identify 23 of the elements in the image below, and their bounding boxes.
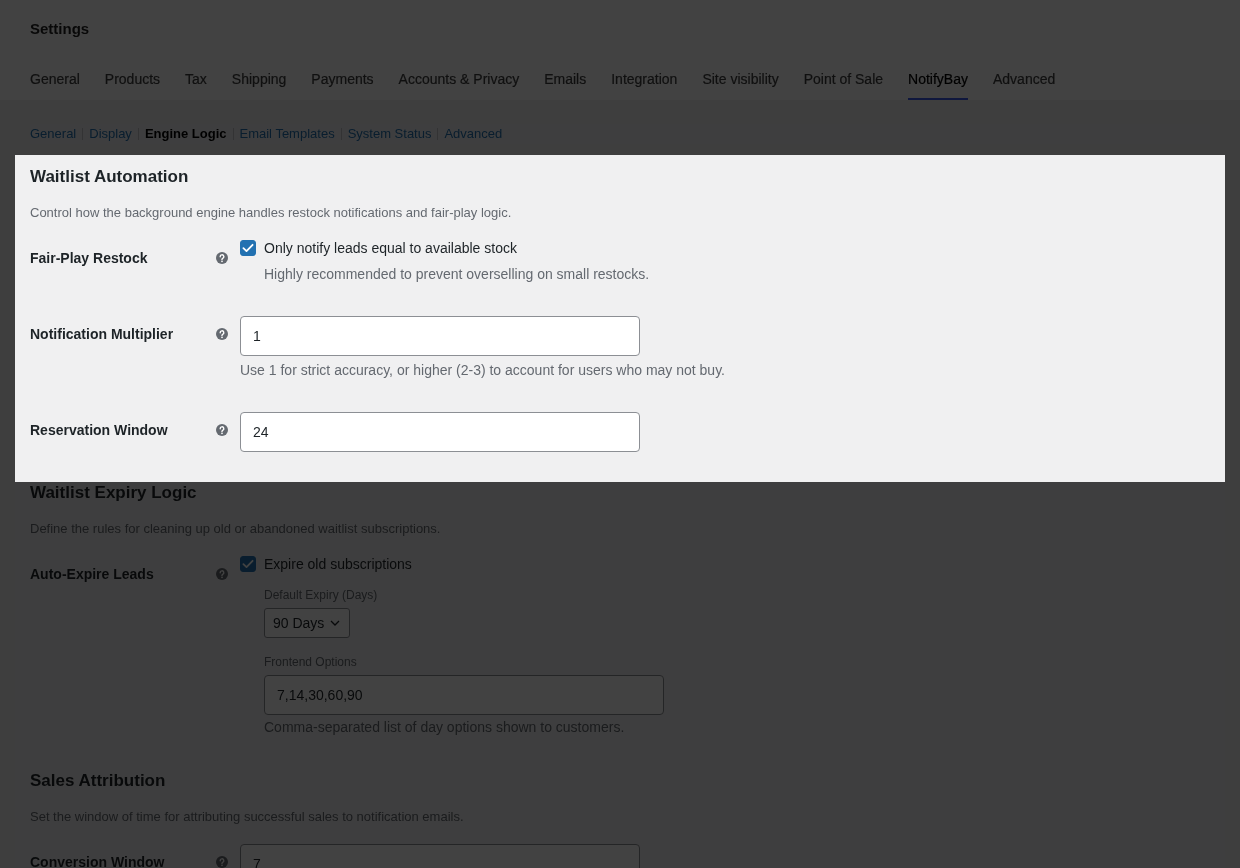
field-description: Highly recommended to prevent overselling on small restocks. [264, 265, 650, 284]
section-description: Control how the background engine handles restock notifications and fair-play logic. [30, 204, 513, 222]
checkbox[interactable] [240, 556, 256, 572]
text-field[interactable]: 1 [240, 316, 640, 356]
help-icon [216, 568, 228, 580]
text-field[interactable]: 7,14,30,60,90 [264, 675, 664, 715]
field-label: Reservation Window [30, 421, 168, 439]
section-title: Waitlist Automation [30, 166, 190, 188]
checkbox-label: Only notify leads equal to available stock [264, 240, 517, 256]
help-icon [216, 856, 228, 868]
dropdown[interactable]: 90 Days [264, 608, 351, 638]
subnav-link[interactable]: Engine Logic [144, 124, 227, 144]
nav-tab[interactable]: NotifyBay [908, 69, 968, 100]
checkbox[interactable] [240, 240, 256, 256]
field-label: Fair-Play Restock [30, 249, 148, 267]
chevron-down-icon [330, 620, 341, 626]
page-title: Settings [30, 19, 91, 39]
text-field[interactable]: 24 [240, 412, 640, 452]
help-icon [216, 252, 228, 264]
help-icon [216, 328, 228, 340]
field-label: Notification Multiplier [30, 325, 174, 343]
help-icon [216, 424, 228, 436]
field-description: Use 1 for strict accuracy, or higher (2-3) to account for users who may not buy. [240, 361, 725, 380]
